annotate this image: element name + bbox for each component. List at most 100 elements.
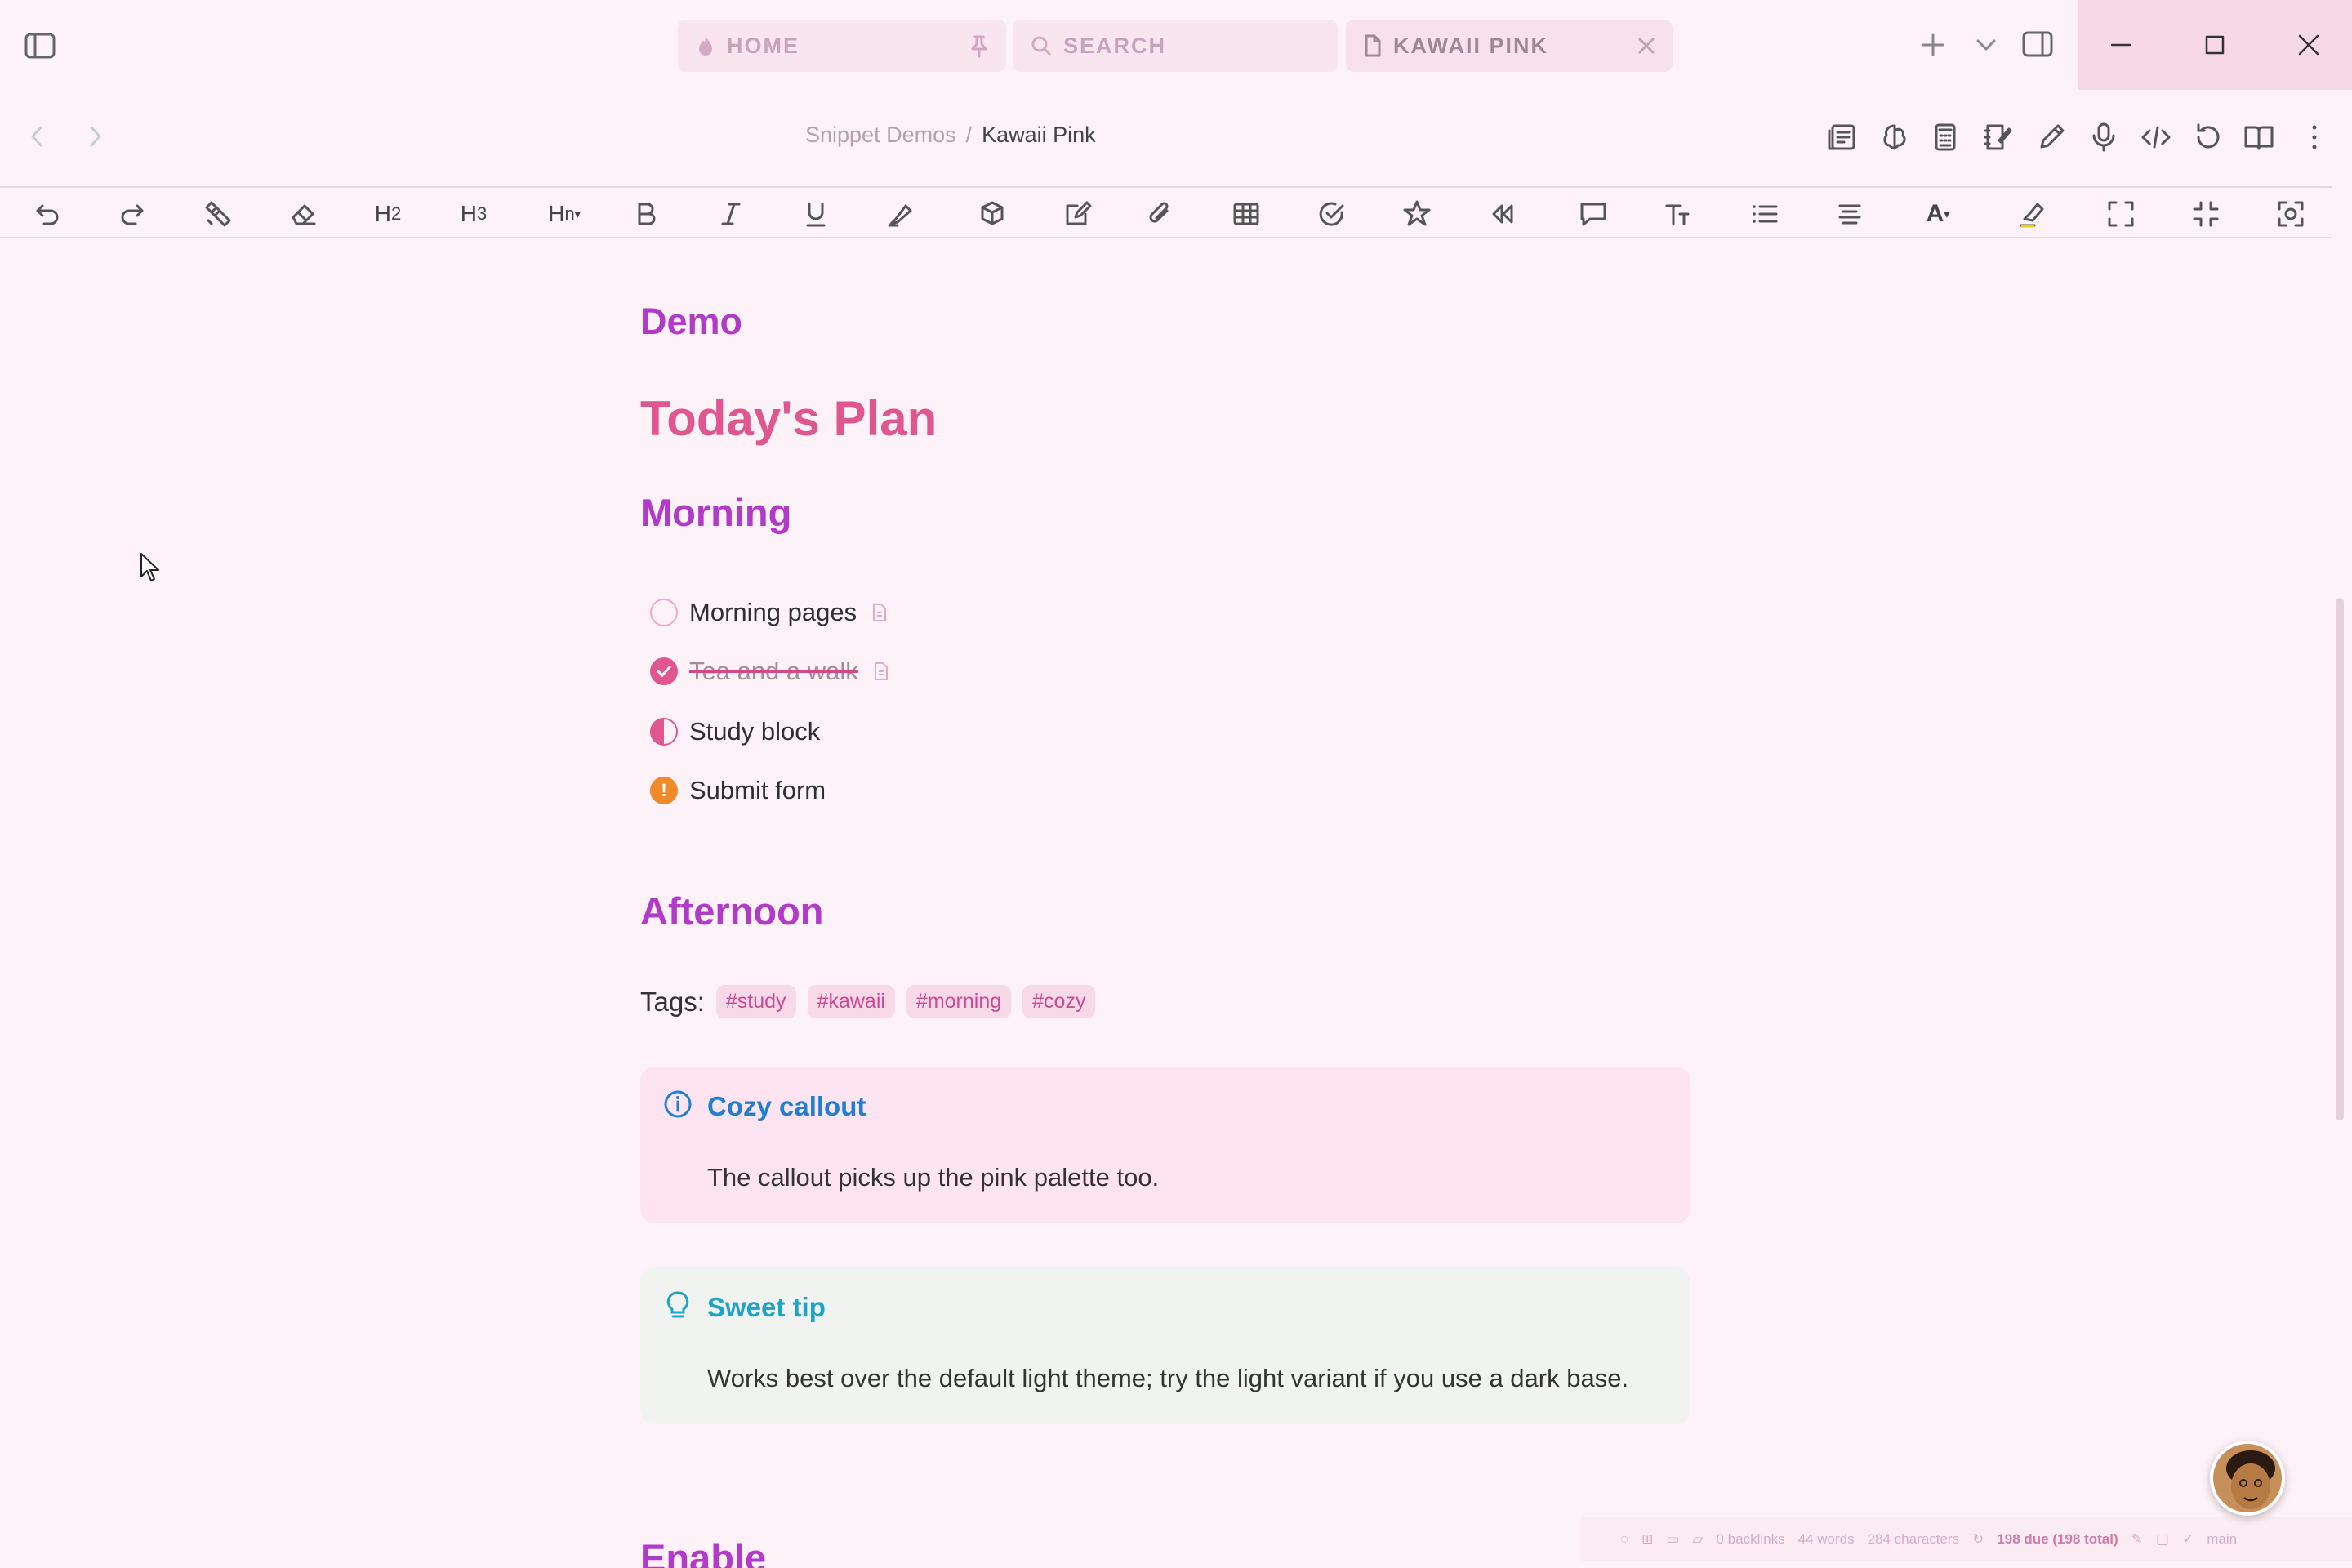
rewind-icon[interactable] (1481, 196, 1522, 232)
paint-brush-icon[interactable] (198, 196, 238, 232)
checked-checkbox-icon[interactable] (650, 657, 678, 685)
align-icon[interactable] (1823, 196, 1877, 232)
redo-icon[interactable] (112, 196, 153, 232)
heading-demo: Demo (640, 301, 743, 342)
brain-icon[interactable] (1878, 121, 1911, 154)
sync-icon[interactable]: ↻ (1972, 1531, 1984, 1548)
table-icon[interactable] (1226, 196, 1267, 232)
check-circle-icon[interactable] (1312, 196, 1352, 232)
mouse-cursor-icon (139, 552, 163, 585)
task-item[interactable]: ! Submit form (650, 774, 826, 807)
breadcrumb-current[interactable]: Kawaii Pink (982, 122, 1096, 148)
new-tab-icon[interactable] (1921, 33, 1945, 57)
title-bar: HOME SEARCH KAWAII PINK (0, 0, 2352, 90)
check-icon[interactable]: ✓ (2182, 1531, 2194, 1548)
highlight-color-icon[interactable] (2006, 196, 2060, 232)
attachment-icon[interactable] (1140, 196, 1181, 232)
tags-row: Tags: #study #kawaii #morning #cozy (640, 985, 1096, 1018)
tag-kawaii[interactable]: #kawaii (807, 985, 895, 1018)
note-icon[interactable] (871, 603, 888, 622)
text-size-icon[interactable] (1651, 196, 1705, 232)
characters-count: 284 characters (1867, 1531, 1960, 1547)
maximize-icon[interactable] (2172, 0, 2258, 90)
words-count: 44 words (1797, 1531, 1855, 1547)
tab-home[interactable]: HOME (678, 20, 1006, 72)
lock-icon[interactable]: ▢ (2156, 1531, 2169, 1548)
star-icon[interactable] (1396, 196, 1437, 232)
list-icon[interactable] (1738, 196, 1792, 232)
calculator-icon[interactable] (1929, 121, 1962, 154)
microphone-icon[interactable] (2087, 121, 2120, 154)
eraser-icon[interactable] (283, 196, 323, 232)
branch-name[interactable]: main (2207, 1531, 2237, 1548)
pencil-icon[interactable] (2035, 121, 2068, 154)
cube-icon[interactable] (965, 196, 1019, 232)
back-arrow-icon[interactable] (28, 124, 46, 149)
search-icon (1031, 35, 1052, 56)
callout-title: Sweet tip (707, 1292, 826, 1322)
tag-morning[interactable]: #morning (906, 985, 1012, 1018)
callout-body: Works best over the default light theme;… (707, 1364, 1629, 1392)
task-item[interactable]: Study block (650, 715, 820, 748)
undo-icon[interactable] (27, 196, 68, 232)
flame-icon (696, 34, 715, 57)
window-controls (2078, 0, 2352, 90)
heading-enable: Enable (640, 1536, 767, 1568)
bracket-icon[interactable]: ▭ (1666, 1531, 1679, 1548)
folder-icon[interactable]: ▱ (1692, 1531, 1703, 1548)
minimize-icon[interactable] (2078, 0, 2164, 90)
comment-icon[interactable] (1566, 196, 1620, 232)
task-label: Morning pages (689, 598, 858, 626)
due-count[interactable]: 198 due (198 total) (1997, 1531, 2118, 1548)
refresh-icon[interactable] (2192, 121, 2225, 154)
important-checkbox-icon[interactable]: ! (650, 777, 678, 804)
tab-label: HOME (727, 33, 800, 58)
screenshot-icon[interactable] (2270, 196, 2311, 232)
tab-label: SEARCH (1063, 33, 1167, 58)
scrollbar[interactable] (2336, 598, 2344, 1120)
reading-view-icon[interactable] (1826, 121, 1859, 154)
highlighter-icon[interactable] (880, 196, 921, 232)
code-icon[interactable] (2140, 121, 2172, 154)
forward-arrow-icon[interactable] (87, 124, 105, 149)
heading-afternoon: Afternoon (640, 889, 824, 933)
more-options-icon[interactable] (2298, 121, 2331, 154)
tab-kawaii-pink[interactable]: KAWAII PINK (1346, 20, 1673, 72)
tab-search[interactable]: SEARCH (1013, 20, 1338, 72)
backlinks-count[interactable]: 0 backlinks (1717, 1531, 1785, 1548)
callout-title: Cozy callout (707, 1091, 866, 1121)
tag-study[interactable]: #study (715, 985, 796, 1018)
heading-3-button[interactable]: H3 (453, 196, 494, 232)
tag-cozy[interactable]: #cozy (1022, 985, 1096, 1018)
sidebar-toggle-icon[interactable] (24, 33, 56, 59)
close-window-icon[interactable] (2265, 0, 2352, 90)
book-open-icon[interactable] (2243, 121, 2275, 154)
breadcrumb: Snippet Demos / Kawaii Pink (805, 122, 1096, 148)
pin-icon[interactable] (969, 34, 990, 59)
breadcrumb-parent[interactable]: Snippet Demos (805, 122, 956, 148)
avatar[interactable] (2210, 1441, 2285, 1516)
fullscreen-icon[interactable] (2100, 196, 2141, 232)
notebook-edit-icon[interactable] (1981, 121, 2014, 154)
sync-check-icon[interactable]: ◌ (1620, 1531, 1628, 1548)
task-item[interactable]: Morning pages (650, 596, 888, 629)
chevron-down-icon[interactable] (1975, 36, 1998, 54)
edit-square-icon[interactable] (1050, 196, 1104, 232)
heading-n-button[interactable]: Hn ▾ (537, 196, 591, 232)
font-color-button[interactable]: A ▾ (1911, 196, 1965, 232)
pen-icon[interactable]: ✎ (2132, 1531, 2143, 1548)
open-checkbox-icon[interactable] (650, 599, 678, 626)
underline-icon[interactable] (795, 196, 836, 232)
breadcrumb-separator: / (965, 122, 973, 147)
exit-fullscreen-icon[interactable] (2185, 196, 2226, 232)
task-label: Submit form (689, 776, 826, 804)
task-item[interactable]: Tea and a walk (650, 655, 889, 688)
heading-2-button[interactable]: H2 (368, 196, 408, 232)
grid-icon[interactable]: ⊞ (1642, 1531, 1653, 1548)
close-tab-icon[interactable] (1637, 36, 1656, 56)
italic-icon[interactable] (710, 196, 751, 232)
note-icon[interactable] (873, 662, 889, 681)
right-sidebar-icon[interactable] (2022, 31, 2053, 57)
bold-icon[interactable] (626, 196, 666, 232)
half-checkbox-icon[interactable] (650, 718, 678, 746)
